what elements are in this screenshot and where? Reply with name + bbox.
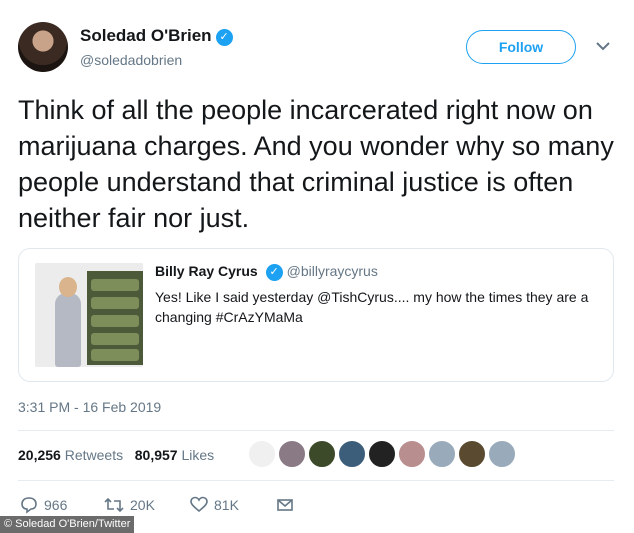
author-name-text: Soledad O'Brien [80, 26, 212, 45]
retweets-stat[interactable]: 20,256 Retweets [18, 447, 123, 463]
envelope-icon [277, 499, 293, 511]
author-avatar[interactable] [18, 22, 68, 72]
quoted-author-handle: @billyraycyrus [286, 263, 378, 279]
quoted-tweet[interactable]: Billy Ray Cyrus ✓ @billyraycyrus Yes! Lik… [18, 248, 614, 382]
liker-avatar[interactable] [368, 440, 396, 468]
author-name[interactable]: Soledad O'Brien ✓ [80, 26, 233, 46]
liker-avatar[interactable] [278, 440, 306, 468]
reply-count: 966 [44, 497, 68, 513]
quoted-tweet-image[interactable] [35, 263, 143, 367]
likes-label: Likes [181, 447, 215, 463]
direct-message-button[interactable] [276, 496, 300, 514]
liker-avatar[interactable] [428, 440, 456, 468]
divider [18, 480, 614, 481]
retweet-count: 20K [130, 497, 155, 513]
tweet-text: Think of all the people incarcerated rig… [18, 95, 614, 233]
likes-count: 80,957 [134, 447, 178, 463]
chevron-down-icon[interactable] [596, 38, 610, 54]
tweet-actions: 966 20K 81K [20, 496, 340, 516]
person-head-graphic [59, 277, 77, 297]
reply-icon [21, 497, 37, 514]
engagement-stats: 20,256 Retweets 80,957 Likes [18, 447, 214, 463]
liker-avatar[interactable] [248, 440, 276, 468]
like-button[interactable]: 81K [190, 496, 239, 514]
liker-avatar[interactable] [338, 440, 366, 468]
liker-avatar[interactable] [458, 440, 486, 468]
liker-avatar[interactable] [488, 440, 516, 468]
shelf-graphic [87, 271, 143, 365]
follow-button[interactable]: Follow [466, 30, 576, 64]
retweet-button[interactable]: 20K [104, 496, 155, 514]
heart-icon [190, 496, 208, 513]
quoted-verified-badge-icon: ✓ [265, 264, 283, 281]
like-count: 81K [214, 497, 239, 513]
tweet-timestamp[interactable]: 3:31 PM - 16 Feb 2019 [18, 399, 161, 415]
author-handle[interactable]: @soledadobrien [80, 52, 182, 68]
liker-avatar[interactable] [308, 440, 336, 468]
retweet-icon [104, 497, 124, 513]
divider [18, 430, 614, 431]
quoted-author[interactable]: Billy Ray Cyrus ✓ @billyraycyrus [155, 263, 378, 281]
quoted-author-name: Billy Ray Cyrus [155, 263, 258, 279]
likes-stat[interactable]: 80,957 Likes [135, 447, 214, 463]
retweets-label: Retweets [64, 447, 124, 463]
liker-avatar[interactable] [398, 440, 426, 468]
photo-credit: © Soledad O'Brien/Twitter [0, 516, 135, 533]
quoted-tweet-text: Yes! Like I said yesterday @TishCyrus...… [155, 289, 589, 325]
reply-button[interactable]: 966 [20, 496, 67, 514]
verified-badge-icon: ✓ [215, 29, 233, 46]
retweets-count: 20,256 [18, 447, 61, 463]
person-graphic [55, 293, 81, 367]
